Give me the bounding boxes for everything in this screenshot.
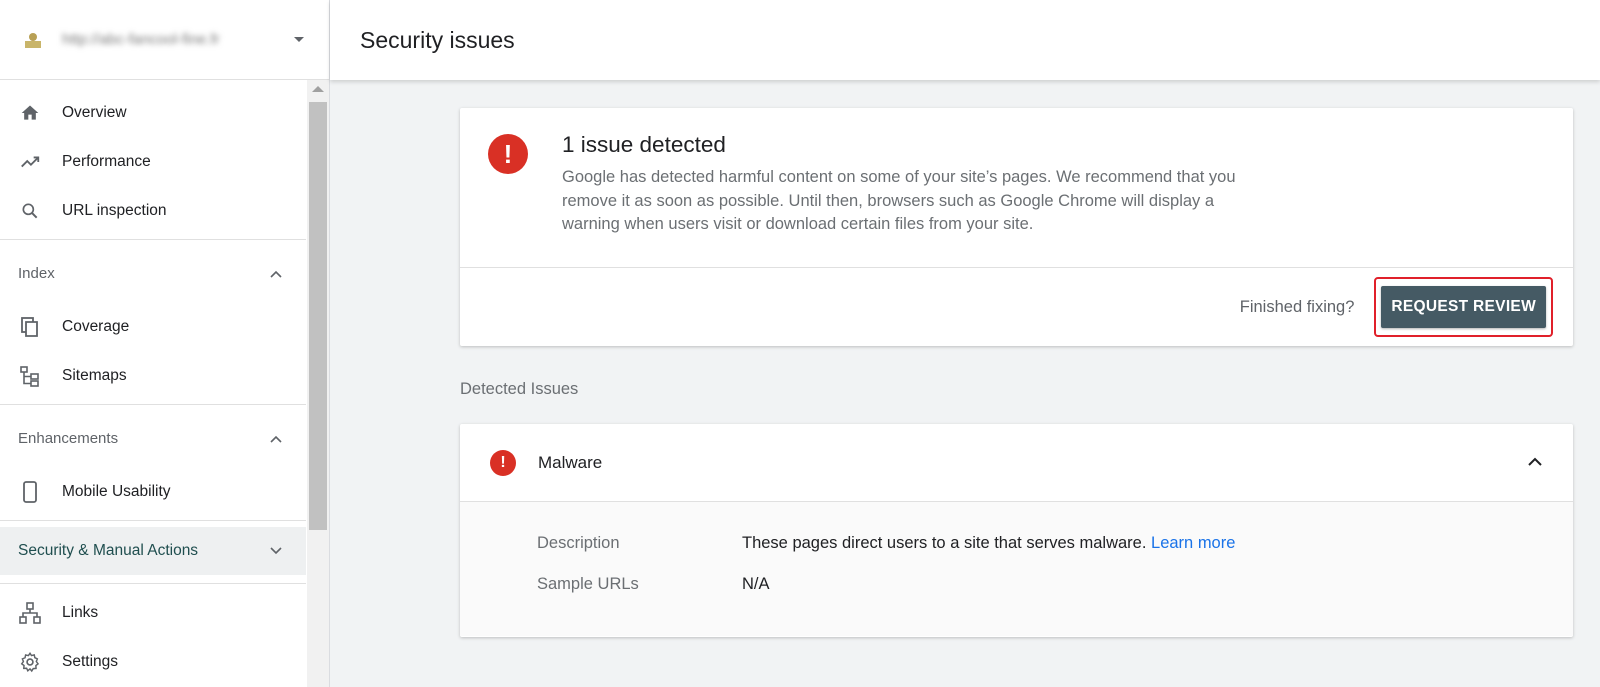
section-enhancements-header[interactable]: Enhancements — [0, 409, 306, 467]
scrollbar-thumb[interactable] — [309, 102, 327, 530]
links-icon — [18, 601, 42, 625]
sidebar-item-label: Mobile Usability — [62, 482, 171, 500]
page-title: Security issues — [360, 26, 515, 53]
request-review-button[interactable]: REQUEST REVIEW — [1381, 286, 1546, 328]
description-key: Description — [537, 534, 620, 552]
search-icon — [18, 199, 42, 223]
sidebar-item-label: Security & Manual Actions — [18, 542, 199, 559]
sidebar-item-links[interactable]: Links — [0, 588, 306, 637]
sidebar-item-overview[interactable]: Overview — [0, 88, 306, 137]
sidebar-nav: Overview Performance URL inspection Inde… — [0, 80, 306, 686]
divider — [0, 520, 306, 521]
sidebar-item-label: Performance — [62, 152, 151, 170]
sidebar-item-sitemaps[interactable]: Sitemaps — [0, 351, 306, 400]
property-favicon-icon — [18, 25, 48, 55]
home-icon — [18, 101, 42, 125]
section-index-label: Index — [18, 264, 55, 282]
scroll-up-arrow-icon[interactable] — [312, 86, 324, 92]
gear-icon — [18, 650, 42, 674]
copy-pages-icon — [18, 315, 42, 339]
detail-row-sample-urls: Sample URLs N/A — [537, 575, 1573, 594]
issue-text: 1 issue detected Google has detected har… — [562, 132, 1252, 241]
sidebar-item-performance[interactable]: Performance — [0, 137, 306, 186]
sidebar-item-coverage[interactable]: Coverage — [0, 302, 306, 351]
malware-issue-card: ! Malware Description These pages direct… — [460, 424, 1573, 637]
detected-issues-label: Detected Issues — [460, 380, 579, 398]
trending-up-icon — [18, 150, 42, 174]
finished-fixing-label: Finished fixing? — [1239, 297, 1355, 316]
sidebar-item-label: Sitemaps — [62, 366, 127, 384]
malware-details: Description These pages direct users to … — [460, 502, 1573, 636]
chevron-up-icon[interactable] — [1527, 454, 1543, 472]
description-text: These pages direct users to a site that … — [742, 534, 1152, 552]
malware-title: Malware — [538, 452, 603, 472]
property-url: http://abc-fancool-fine.fr — [62, 31, 220, 48]
divider — [0, 404, 306, 405]
error-icon: ! — [490, 449, 516, 476]
detail-row-description: Description These pages direct users to … — [537, 534, 1573, 553]
issue-title: 1 issue detected — [562, 132, 726, 157]
issue-summary: ! 1 issue detected Google has detected h… — [460, 108, 1573, 268]
sample-urls-key: Sample URLs — [537, 575, 639, 593]
issue-actions: Finished fixing? REQUEST REVIEW — [460, 268, 1573, 346]
chevron-up-icon[interactable] — [270, 265, 282, 282]
error-icon: ! — [488, 134, 528, 174]
smartphone-icon — [18, 480, 42, 504]
sidebar-item-label: URL inspection — [62, 201, 167, 219]
divider — [0, 583, 306, 584]
sidebar-item-url-inspection[interactable]: URL inspection — [0, 186, 306, 235]
chevron-down-icon[interactable] — [270, 542, 282, 560]
page-header: Security issues — [330, 0, 1600, 80]
section-index-header[interactable]: Index — [0, 244, 306, 302]
sidebar-item-label: Links — [62, 603, 99, 621]
sidebar-item-settings[interactable]: Settings — [0, 637, 306, 686]
sidebar-item-label: Coverage — [62, 317, 130, 335]
sidebar-item-label: Overview — [62, 103, 127, 121]
sidebar-item-label: Settings — [62, 652, 119, 670]
description-value: These pages direct users to a site that … — [742, 534, 1235, 553]
request-review-highlight: REQUEST REVIEW — [1374, 277, 1553, 337]
malware-issue-header[interactable]: ! Malware — [460, 424, 1573, 502]
sample-urls-value: N/A — [742, 575, 770, 593]
chevron-up-icon[interactable] — [270, 430, 282, 447]
sitemap-icon — [18, 364, 42, 388]
sidebar-scrollbar[interactable] — [307, 80, 329, 687]
sidebar-item-mobile-usability[interactable]: Mobile Usability — [0, 467, 306, 516]
sidebar: http://abc-fancool-fine.fr Overview Perf… — [0, 0, 330, 687]
property-selector[interactable]: http://abc-fancool-fine.fr — [0, 0, 329, 80]
sidebar-item-security-manual-actions[interactable]: Security & Manual Actions — [0, 527, 306, 575]
property-dropdown-icon[interactable] — [287, 28, 311, 52]
divider — [0, 239, 306, 240]
learn-more-link[interactable]: Learn more — [1151, 534, 1235, 552]
issue-summary-card: ! 1 issue detected Google has detected h… — [460, 108, 1573, 346]
section-enhancements-label: Enhancements — [18, 429, 119, 447]
issue-description: Google has detected harmful content on s… — [562, 168, 1236, 233]
